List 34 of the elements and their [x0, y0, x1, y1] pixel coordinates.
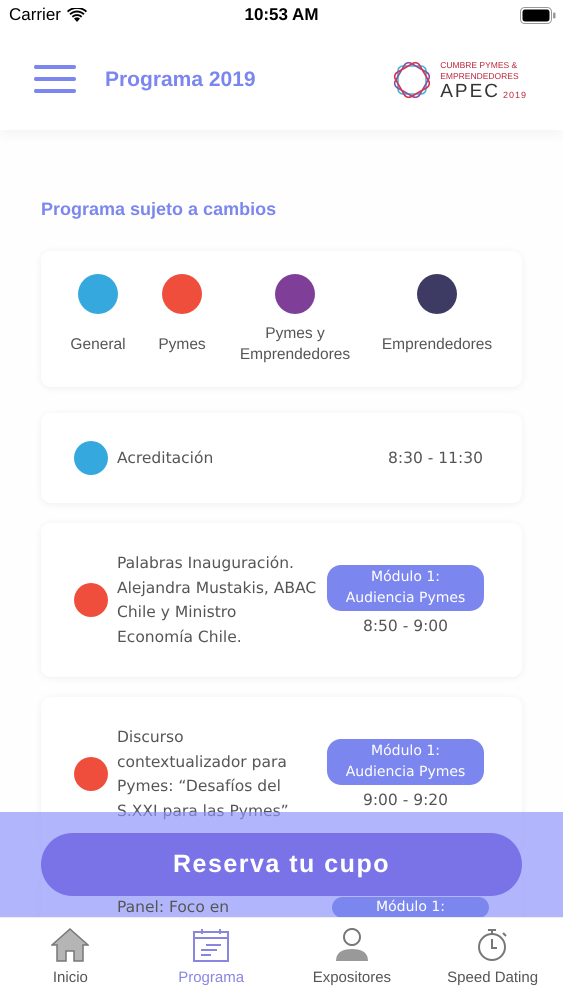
- logo-year: 2019: [502, 90, 527, 100]
- home-icon: [51, 928, 90, 962]
- session-time: 8:50 - 9:00: [362, 617, 448, 635]
- module-badge: Módulo 1: Audiencia Pymes: [327, 565, 484, 611]
- schedule-card[interactable]: Palabras Inauguración. Alejandra Mustakis, ABAC Chile y Ministro Economía Chile. Módulo 1: Audiencia Pymes 8:50 - 9:00: [41, 523, 522, 677]
- category-label: General: [70, 334, 126, 354]
- session-time: 9:00 - 9:20: [362, 791, 448, 809]
- logo-wordmark: APEC: [440, 82, 500, 100]
- notice-heading: Programa sujeto a cambios: [41, 199, 278, 220]
- schedule-card[interactable]: Acreditación 8:30 - 11:30: [41, 413, 522, 503]
- tab-item[interactable]: Expositores: [282, 918, 422, 1000]
- session-time: 8:30 - 11:30: [388, 449, 483, 467]
- session-title: Discurso contextualizador para Pymes: “Desafíos del S.XXI para las Pymes”: [117, 727, 290, 822]
- wifi-icon: [66, 8, 87, 22]
- category-label: Pymes: [158, 334, 206, 354]
- logo-caption: EMPRENDEDORES: [440, 70, 520, 82]
- category-label: Emprendedores: [382, 334, 492, 354]
- carrier-name: Carrier: [9, 5, 61, 25]
- reserve-button[interactable]: Reserva tu cupo: [41, 833, 522, 896]
- category-label: Pymes y Emprendedores: [238, 324, 352, 365]
- module-badge: Módulo 1: Audiencia Pymes: [327, 739, 484, 785]
- battery-icon: [520, 6, 556, 24]
- tab-item[interactable]: Inicio: [0, 918, 141, 1000]
- module-badge: Módulo 1:: [332, 897, 489, 917]
- session-title: Acreditación: [117, 448, 214, 469]
- session-title: Palabras Inauguración. Alejandra Mustakis, ABAC Chile y Ministro Economía Chile.: [117, 553, 317, 648]
- person-icon: [334, 928, 370, 962]
- status-time: 10:53 AM: [244, 5, 318, 25]
- tab-item[interactable]: Speed Dating: [422, 918, 563, 1000]
- menu-icon[interactable]: [33, 64, 77, 96]
- calendar-icon: [193, 928, 230, 962]
- logo-caption: CUMBRE PYMES &: [440, 60, 518, 70]
- page-title: Programa 2019: [105, 68, 257, 92]
- session-title: Panel: Foco en: [117, 898, 230, 916]
